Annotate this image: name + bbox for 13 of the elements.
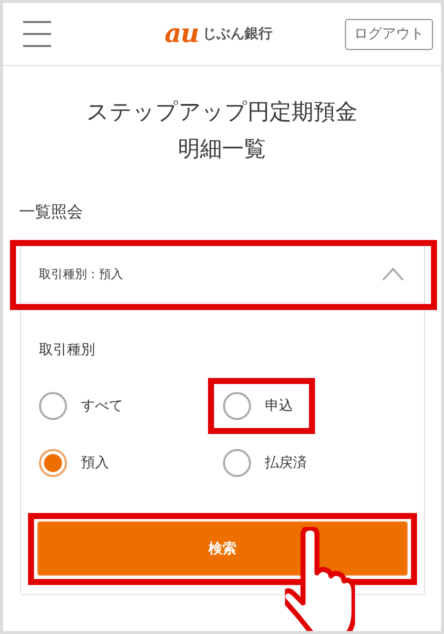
section-heading: 一覧照会 bbox=[19, 202, 84, 223]
field-label: 取引種別 bbox=[39, 341, 96, 359]
filter-toggle[interactable]: 取引種別：預入 bbox=[21, 246, 424, 303]
radio-option[interactable]: 申込 bbox=[223, 392, 293, 420]
page-title: ステップアップ円定期預金 明細一覧 bbox=[86, 99, 358, 164]
logout-button[interactable]: ログアウト bbox=[345, 18, 433, 50]
chevron-icon bbox=[382, 267, 404, 281]
radio-option[interactable]: 払戻済 bbox=[223, 449, 307, 477]
radio-option[interactable]: すべて bbox=[39, 392, 123, 420]
logo-mark: au bbox=[164, 21, 198, 47]
menu-icon[interactable] bbox=[22, 19, 52, 49]
logo-name: じぶん銀行 bbox=[202, 25, 272, 43]
radio-option[interactable]: 預入 bbox=[39, 449, 109, 477]
